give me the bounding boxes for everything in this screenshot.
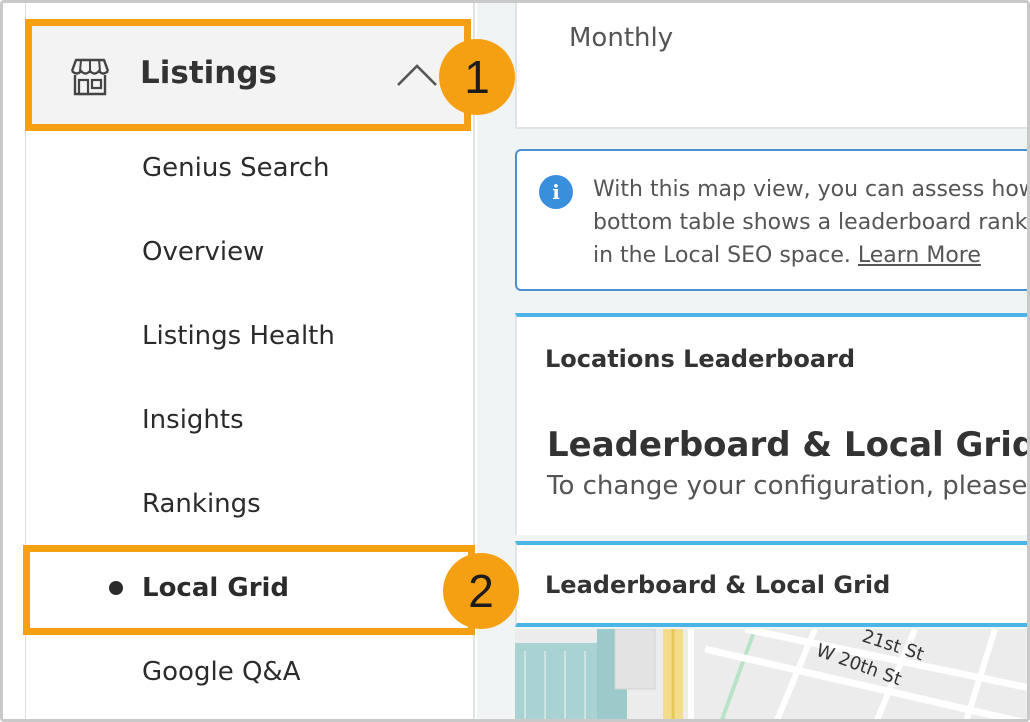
leaderboard-description: To change your configuration, please <box>547 471 1028 501</box>
sidebar-item-overview[interactable]: Overview <box>142 237 264 267</box>
info-icon: i <box>539 175 573 209</box>
map-graphic: 21st St W 20th St <box>515 629 1027 719</box>
local-grid-title: Leaderboard & Local Grid <box>545 571 891 599</box>
leaderboard-heading: Leaderboard & Local Grid (S <box>547 425 1030 465</box>
frequency-card: Monthly <box>515 3 1027 129</box>
callout-badge-2: 2 <box>443 553 519 629</box>
info-text-line-3: in the Local SEO space. Learn More <box>593 243 981 268</box>
sidebar-item-genius-search[interactable]: Genius Search <box>142 153 329 183</box>
highlight-box-listings <box>25 19 471 131</box>
screenshot-frame: Listings Genius Search Overview Listings… <box>0 0 1030 722</box>
sidebar-item-insights[interactable]: Insights <box>142 405 244 435</box>
leaderboard-heading-text: Leaderboard & Local Grid <box>547 425 1030 465</box>
local-grid-map[interactable]: 21st St W 20th St <box>515 629 1027 719</box>
frequency-value: Monthly <box>569 23 674 53</box>
info-banner: i With this map view, you can assess how… <box>515 149 1030 291</box>
info-text-line-2: bottom table shows a leaderboard rank <box>593 210 1028 235</box>
sidebar-item-google-qa[interactable]: Google Q&A <box>142 657 300 687</box>
info-text-line-3-prefix: in the Local SEO space. <box>593 243 851 268</box>
local-grid-card[interactable]: Leaderboard & Local Grid <box>515 541 1027 627</box>
highlight-box-local-grid <box>23 545 475 635</box>
leaderboard-section-title: Locations Leaderboard <box>545 345 856 373</box>
leaderboard-card: Locations Leaderboard Leaderboard & Loca… <box>515 313 1030 535</box>
info-text-line-1: With this map view, you can assess how <box>593 177 1030 202</box>
sidebar-item-rankings[interactable]: Rankings <box>142 489 261 519</box>
learn-more-link[interactable]: Learn More <box>858 243 981 268</box>
sidebar-item-listings-health[interactable]: Listings Health <box>142 321 335 351</box>
main-content: Monthly i With this map view, you can as… <box>477 3 1030 719</box>
callout-badge-1: 1 <box>439 39 515 115</box>
